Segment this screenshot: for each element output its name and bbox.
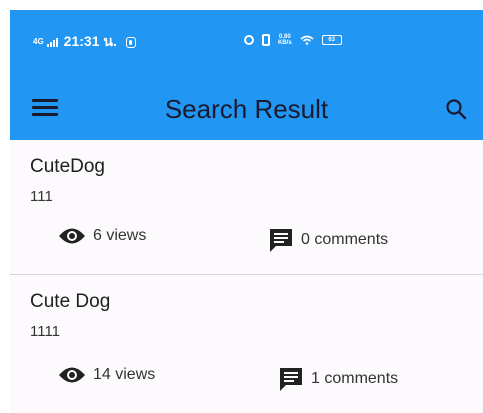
comments-count[interactable]: 0 comments (268, 227, 388, 253)
views-count: 14 views (58, 366, 155, 384)
phone-screen: 4G 21:31 น. 0.80 KB/s 63 Search Result C… (10, 10, 483, 413)
battery-icon: 63 (321, 35, 342, 45)
search-icon[interactable] (444, 97, 468, 121)
status-time: 21:31 น. (63, 33, 117, 49)
app-bar: Search Result (10, 78, 483, 140)
signal-icon (46, 37, 58, 47)
result-item[interactable]: CuteDog 111 6 views 0 comments (10, 140, 483, 275)
views-label: 6 views (93, 227, 147, 244)
search-results-list: CuteDog 111 6 views 0 comments Cute Dog … (10, 140, 483, 413)
network-type: 4G (33, 37, 44, 46)
wifi-icon (300, 35, 314, 45)
status-right: 0.80 KB/s 63 (244, 34, 342, 46)
eye-icon (59, 367, 85, 383)
notification-icon (125, 36, 136, 48)
result-title: Cute Dog (30, 291, 111, 312)
battery-level: 63 (328, 37, 336, 43)
eye-icon (59, 228, 85, 244)
result-item[interactable]: Cute Dog 1111 14 views 1 comments (10, 275, 483, 413)
result-title: CuteDog (30, 156, 105, 177)
alarm-icon (244, 35, 254, 45)
views-label: 14 views (93, 366, 156, 383)
network-speed: 0.80 KB/s (278, 34, 292, 46)
comment-icon (280, 368, 302, 391)
comments-label: 1 comments (311, 370, 399, 387)
status-bar: 4G 21:31 น. 0.80 KB/s 63 (10, 10, 483, 78)
result-body: 111 (30, 188, 53, 205)
comments-count[interactable]: 1 comments (278, 366, 398, 392)
page-title: Search Result (164, 94, 329, 124)
result-body: 1111 (30, 323, 61, 340)
status-left: 4G 21:31 น. (33, 31, 136, 53)
vibrate-icon (262, 34, 270, 46)
views-count: 6 views (58, 227, 146, 245)
comments-label: 0 comments (301, 231, 389, 248)
network-speed-unit: KB/s (278, 40, 292, 46)
comment-icon (270, 229, 292, 252)
